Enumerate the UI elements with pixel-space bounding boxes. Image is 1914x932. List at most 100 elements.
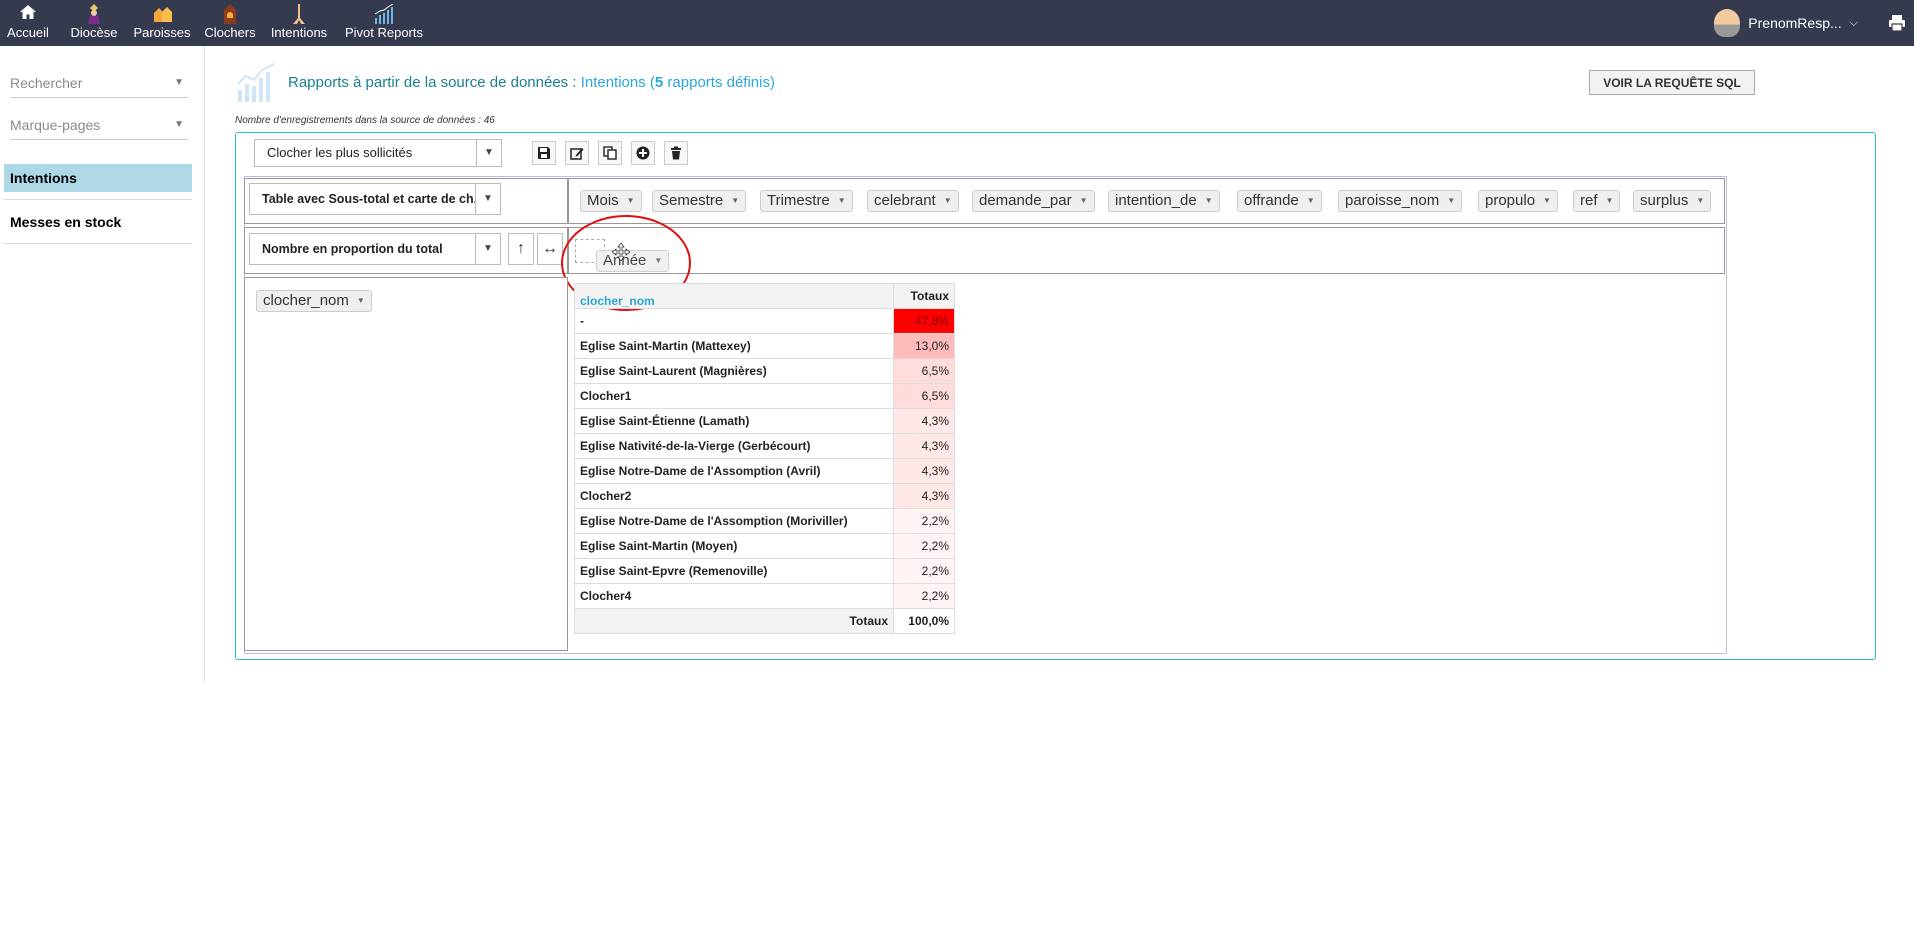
triangle-down-icon[interactable]: ▼ bbox=[1543, 196, 1551, 205]
table-row[interactable]: Eglise Saint-Laurent (Magnières) 6,5% bbox=[574, 358, 955, 384]
row-total-cell: 4,3% bbox=[893, 433, 955, 459]
triangle-down-icon[interactable]: ▼ bbox=[838, 196, 846, 205]
table-row[interactable]: Eglise Notre-Dame de l'Assomption (Moriv… bbox=[574, 508, 955, 534]
row-label: Eglise Nativité-de-la-Vierge (Gerbécourt… bbox=[574, 433, 894, 459]
row-total-cell: 2,2% bbox=[893, 508, 955, 534]
field-pill-paroisse-nom[interactable]: paroisse_nom ▼ bbox=[1338, 190, 1463, 212]
nav-label: Intentions bbox=[270, 25, 328, 40]
user-menu[interactable]: PrenomResp... ⌵ bbox=[1714, 7, 1858, 39]
save-button[interactable] bbox=[532, 141, 556, 165]
row-total-cell: 13,0% bbox=[893, 333, 955, 359]
triangle-down-icon[interactable]: ▼ bbox=[1696, 196, 1704, 205]
triangle-down-icon[interactable]: ▼ bbox=[357, 296, 365, 305]
field-pill-semestre[interactable]: Semestre ▼ bbox=[652, 190, 747, 212]
nav-diocese[interactable]: Diocèse bbox=[66, 0, 122, 46]
field-pill-clocher-nom[interactable]: clocher_nom ▼ bbox=[256, 290, 372, 312]
row-order-button[interactable]: ↑ bbox=[508, 233, 534, 265]
pivot-table-body: -47,8% Eglise Saint-Martin (Mattexey) 13,0… bbox=[574, 308, 955, 634]
pivot-table: clocher_nom Totaux -47,8% Eglise Saint-Ma… bbox=[574, 283, 955, 634]
nav-intentions[interactable]: Intentions bbox=[268, 0, 330, 46]
bookmarks-select[interactable]: Marque-pages ▼ bbox=[10, 111, 188, 140]
triangle-down-icon[interactable]: ▼ bbox=[1205, 196, 1213, 205]
triangle-down-icon[interactable]: ▼ bbox=[627, 196, 635, 205]
totals-label: Totaux bbox=[574, 608, 894, 634]
search-select[interactable]: Rechercher ▼ bbox=[10, 69, 188, 98]
nav-pivot-reports[interactable]: Pivot Reports bbox=[341, 0, 427, 46]
table-row[interactable]: Eglise Saint-Epvre (Remenoville) 2,2% bbox=[574, 558, 955, 584]
triangle-down-icon[interactable]: ▼ bbox=[1606, 196, 1614, 205]
triangle-down-icon[interactable]: ▼ bbox=[1080, 196, 1088, 205]
row-label: Eglise Saint-Epvre (Remenoville) bbox=[574, 558, 894, 584]
row-label: Eglise Saint-Martin (Mattexey) bbox=[574, 333, 894, 359]
field-label: propulo bbox=[1485, 192, 1536, 209]
field-pill-mois[interactable]: Mois ▼ bbox=[580, 190, 642, 212]
nav-accueil[interactable]: Accueil bbox=[4, 0, 52, 46]
field-pill-ref[interactable]: ref ▼ bbox=[1573, 190, 1621, 212]
triangle-down-icon[interactable]: ▼ bbox=[1307, 196, 1315, 205]
row-label: Eglise Saint-Laurent (Magnières) bbox=[574, 358, 894, 384]
edit-icon bbox=[570, 148, 584, 160]
report-select-value: Clocher les plus sollicités bbox=[267, 145, 413, 160]
table-row[interactable]: Clocher4 2,2% bbox=[574, 583, 955, 609]
table-row[interactable]: Eglise Saint-Martin (Moyen) 2,2% bbox=[574, 533, 955, 559]
report-select[interactable]: Clocher les plus sollicités ▼ bbox=[254, 139, 502, 167]
field-pill-surplus[interactable]: surplus ▼ bbox=[1633, 190, 1712, 212]
triangle-down-icon[interactable]: ▼ bbox=[731, 196, 739, 205]
field-label: surplus bbox=[1640, 192, 1689, 209]
renderer-select-value: Table avec Sous-total et carte de ch... bbox=[262, 192, 485, 206]
table-row[interactable]: Clocher2 4,3% bbox=[574, 483, 955, 509]
field-pill-offrande[interactable]: offrande ▼ bbox=[1237, 190, 1322, 212]
sidebar-item-messes-en-stock[interactable]: Messes en stock bbox=[4, 208, 192, 236]
table-row[interactable]: Eglise Saint-Étienne (Lamath) 4,3% bbox=[574, 408, 955, 434]
search-placeholder: Rechercher bbox=[10, 75, 83, 91]
sidebar-item-intentions[interactable]: Intentions bbox=[4, 164, 192, 192]
field-pill-demande-par[interactable]: demande_par ▼ bbox=[972, 190, 1095, 212]
field-pill-celebrant[interactable]: celebrant ▼ bbox=[867, 190, 959, 212]
column-order-button[interactable]: ↔ bbox=[537, 233, 563, 265]
view-sql-button[interactable]: VOIR LA REQUÊTE SQL bbox=[1589, 70, 1755, 95]
row-total-cell: 4,3% bbox=[893, 458, 955, 484]
row-total-cell: 4,3% bbox=[893, 408, 955, 434]
renderer-select[interactable]: Table avec Sous-total et carte de ch... … bbox=[249, 183, 501, 215]
caret-down-icon: ▼ bbox=[476, 140, 501, 166]
row-total-cell: 6,5% bbox=[893, 358, 955, 384]
add-report-button[interactable] bbox=[631, 141, 655, 165]
nav-paroisses[interactable]: Paroisses bbox=[132, 0, 192, 46]
field-pill-propulo[interactable]: propulo ▼ bbox=[1478, 190, 1558, 212]
triangle-down-icon[interactable]: ▼ bbox=[944, 196, 952, 205]
field-label: demande_par bbox=[979, 192, 1072, 209]
row-label: Clocher4 bbox=[574, 583, 894, 609]
table-row[interactable]: Eglise Notre-Dame de l'Assomption (Avril… bbox=[574, 458, 955, 484]
field-label: Mois bbox=[587, 192, 619, 209]
edit-button[interactable] bbox=[565, 141, 589, 165]
delete-button[interactable] bbox=[664, 141, 688, 165]
copy-icon bbox=[603, 146, 617, 160]
row-total-cell: 2,2% bbox=[893, 583, 955, 609]
field-label: celebrant bbox=[874, 192, 936, 209]
field-pill-trimestre[interactable]: Trimestre ▼ bbox=[760, 190, 853, 212]
table-row[interactable]: -47,8% bbox=[574, 308, 955, 334]
field-label: paroisse_nom bbox=[1345, 192, 1440, 209]
columns-drop-area[interactable] bbox=[568, 227, 1725, 274]
nav-clochers[interactable]: Clochers bbox=[202, 0, 258, 46]
table-row[interactable]: Eglise Saint-Martin (Mattexey) 13,0% bbox=[574, 333, 955, 359]
triangle-down-icon[interactable]: ▼ bbox=[1447, 196, 1455, 205]
copy-button[interactable] bbox=[598, 141, 622, 165]
field-label: intention_de bbox=[1115, 192, 1197, 209]
count-open: ( bbox=[645, 74, 655, 91]
aggregator-select[interactable]: Nombre en proportion du total ▼ bbox=[249, 233, 501, 265]
print-icon[interactable] bbox=[1888, 14, 1906, 32]
row-label: Eglise Notre-Dame de l'Assomption (Moriv… bbox=[574, 508, 894, 534]
bell-tower-icon bbox=[202, 4, 258, 24]
table-row[interactable]: Clocher1 6,5% bbox=[574, 383, 955, 409]
report-count-suffix: rapports définis) bbox=[663, 74, 775, 91]
row-axis-header[interactable]: clocher_nom bbox=[574, 283, 894, 309]
caret-down-icon: ▼ bbox=[475, 184, 500, 214]
parish-icon bbox=[132, 4, 192, 24]
bookmarks-placeholder: Marque-pages bbox=[10, 117, 101, 133]
table-row[interactable]: Eglise Nativité-de-la-Vierge (Gerbécourt… bbox=[574, 433, 955, 459]
rows-drop-area[interactable] bbox=[244, 277, 568, 651]
user-name: PrenomResp... bbox=[1748, 15, 1842, 31]
field-pill-intention-de[interactable]: intention_de ▼ bbox=[1108, 190, 1220, 212]
row-total-cell: 6,5% bbox=[893, 383, 955, 409]
